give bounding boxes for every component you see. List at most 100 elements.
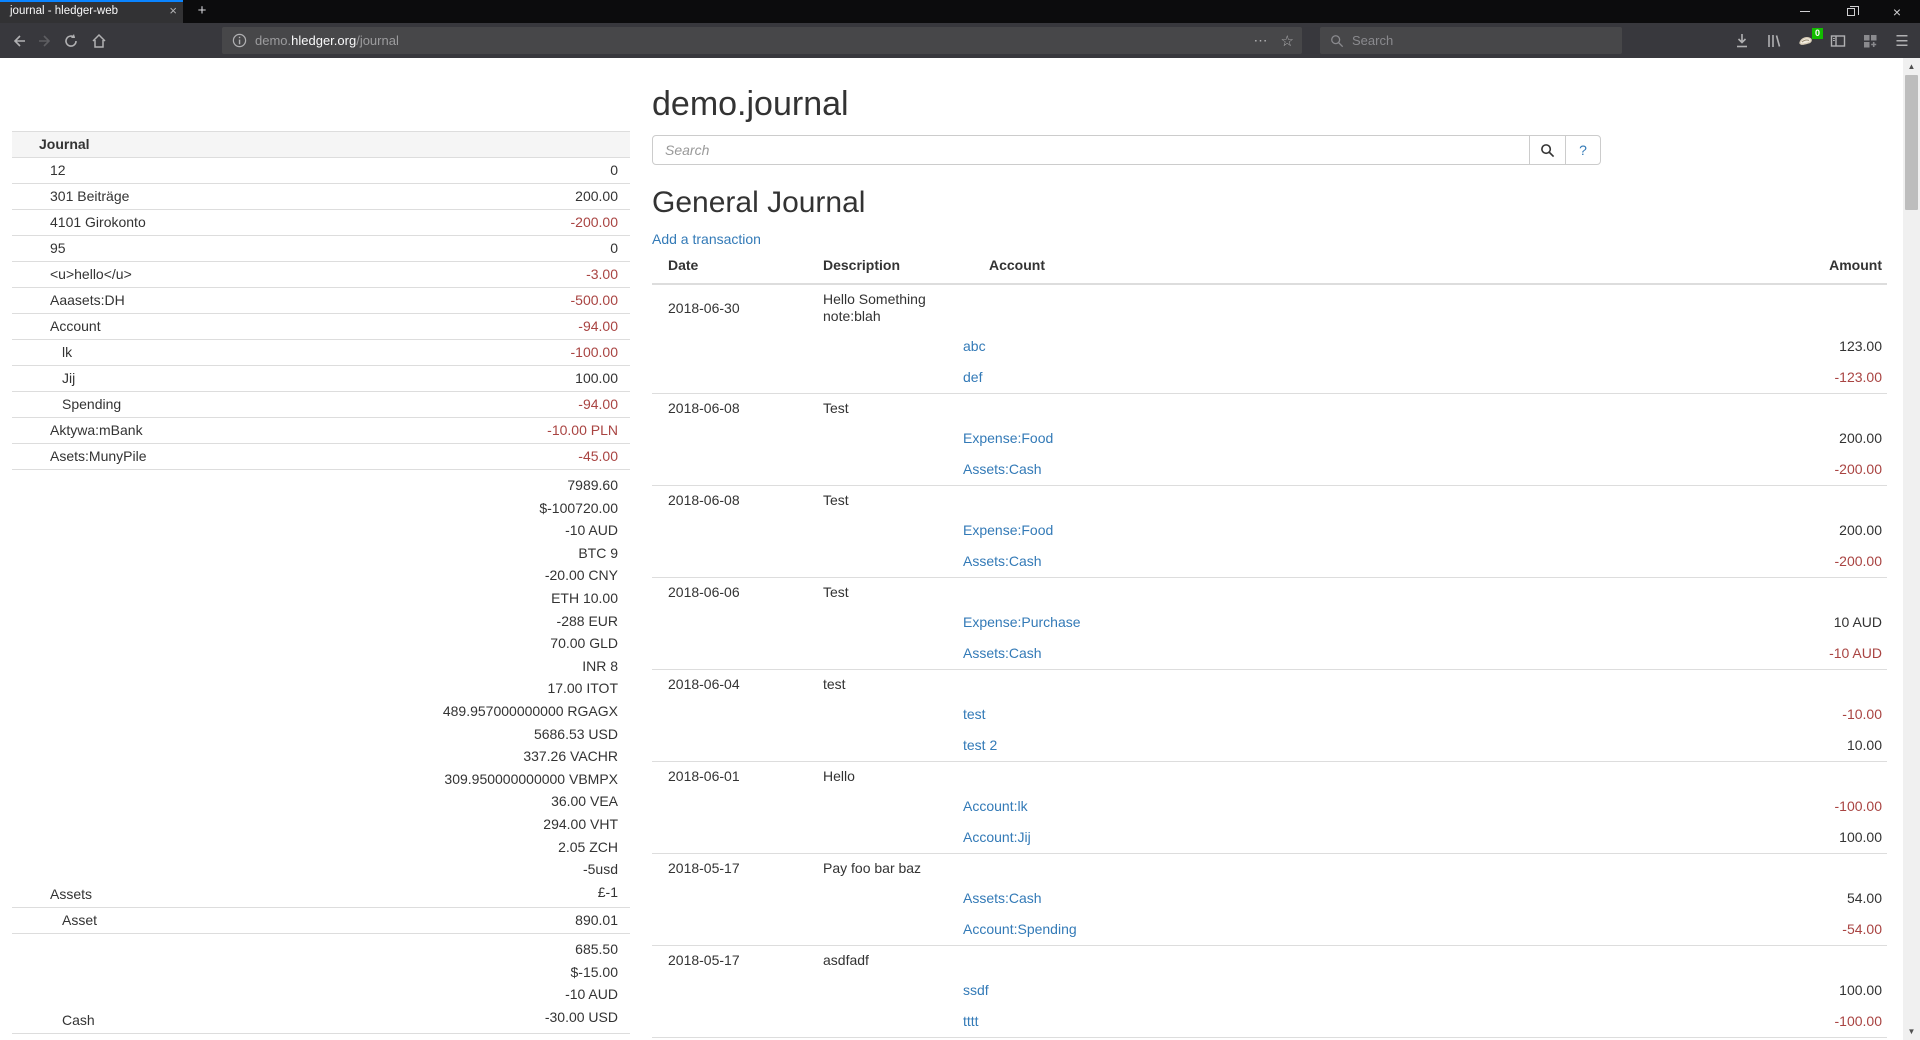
page-actions-icon[interactable]: ⋯ <box>1254 32 1269 49</box>
posting-row: test 210.00 <box>652 730 1887 762</box>
account-link[interactable]: lk <box>62 344 72 360</box>
posting-amount: -123.00 <box>1255 362 1887 394</box>
account-balance: -10 AUD <box>270 983 618 1006</box>
sidebars-button[interactable] <box>1828 31 1848 51</box>
posting-account-link[interactable]: tttt <box>963 1013 979 1029</box>
account-link[interactable]: Aaasets:DH <box>50 292 125 308</box>
account-link[interactable]: 12 <box>50 162 66 178</box>
posting-amount: -100.00 <box>1255 791 1887 822</box>
posting-account-link[interactable]: def <box>963 369 982 385</box>
scroll-down-arrow-icon[interactable]: ▼ <box>1903 1023 1920 1040</box>
journal-link[interactable]: Journal <box>39 136 90 152</box>
posting-account-link[interactable]: Assets:Cash <box>963 890 1042 906</box>
add-transaction-link[interactable]: Add a transaction <box>652 231 761 247</box>
posting-account-link[interactable]: Account:Jij <box>963 829 1031 845</box>
home-icon <box>91 33 107 49</box>
posting-row: Account:Spending-54.00 <box>652 914 1887 946</box>
scrollbar[interactable]: ▲ ▼ <box>1903 58 1920 1040</box>
account-balance: 7989.60 <box>270 474 618 497</box>
browser-search-bar[interactable] <box>1320 27 1622 54</box>
account-link[interactable]: Account <box>50 318 101 334</box>
extension-button[interactable]: 0 <box>1796 31 1816 51</box>
account-link[interactable]: Asset <box>62 912 97 928</box>
forward-button[interactable] <box>34 30 56 52</box>
scroll-up-arrow-icon[interactable]: ▲ <box>1903 58 1920 75</box>
tab-close-icon[interactable]: × <box>169 0 177 22</box>
browser-search-input[interactable] <box>1352 33 1592 48</box>
journal-search-button[interactable] <box>1529 135 1566 165</box>
window-close-button[interactable]: × <box>1874 0 1920 23</box>
posting-account-link[interactable]: Expense:Food <box>963 430 1053 446</box>
sidebar-account-row: 301 Beiträge200.00 <box>12 184 630 210</box>
bookmark-star-icon[interactable]: ☆ <box>1281 32 1294 50</box>
sidebar-account-row: -117.00 <box>12 1033 630 1040</box>
transaction-row: 2018-06-08Test <box>652 486 1887 516</box>
sidebar-header-row: Journal <box>12 132 630 158</box>
sidebar-account-row: Account -94.00 <box>12 314 630 340</box>
journal-search-input[interactable] <box>652 135 1530 165</box>
back-button[interactable] <box>8 30 30 52</box>
account-balance: INR 8 <box>270 655 618 678</box>
account-balance: $-15.00 <box>270 961 618 984</box>
sidebar-table-body: Journal 12 0 301 Beiträge200.00 4101 Giroko… <box>12 132 630 1040</box>
account-balance: £-1 <box>270 881 618 904</box>
account-balance: -94.00 <box>270 318 618 335</box>
account-link[interactable]: Jij <box>62 370 75 386</box>
account-link[interactable]: Asets:MunyPile <box>50 448 146 464</box>
sidebar-account-row: Jij100.00 <box>12 366 630 392</box>
account-link[interactable]: Spending <box>62 396 121 412</box>
posting-row: Assets:Cash-200.00 <box>652 454 1887 486</box>
account-link[interactable]: 4101 Girokonto <box>50 214 146 230</box>
posting-account-link[interactable]: abc <box>963 338 986 354</box>
search-help-button[interactable]: ? <box>1565 135 1601 165</box>
transaction-description: asdfadf <box>815 946 955 976</box>
account-link[interactable]: Aktywa:mBank <box>50 422 143 438</box>
account-link[interactable]: Assets <box>50 886 92 902</box>
library-icon <box>1766 33 1782 49</box>
menu-button[interactable]: ☰ <box>1892 31 1912 51</box>
account-balance: 0 <box>270 240 618 257</box>
account-balance: 294.00 VHT <box>270 813 618 836</box>
search-submit-icon <box>1540 143 1555 158</box>
posting-account-link[interactable]: ssdf <box>963 982 989 998</box>
reload-icon <box>63 33 79 49</box>
journal-search-form: ? <box>652 135 1601 165</box>
posting-account-link[interactable]: Account:lk <box>963 798 1028 814</box>
account-link[interactable]: 301 Beiträge <box>50 188 129 204</box>
account-link[interactable]: 95 <box>50 240 66 256</box>
account-balance: -10.00 PLN <box>270 422 618 439</box>
sidebar-account-row: Cash685.50$-15.00-10 AUD-30.00 USD <box>12 934 630 1033</box>
transaction-date: 2018-06-04 <box>652 670 815 700</box>
new-tab-button[interactable]: + <box>190 0 214 22</box>
url-bar[interactable]: demo.hledger.org/journal ⋯ ☆ <box>222 27 1302 54</box>
sidebar-account-row: lk-100.00 <box>12 340 630 366</box>
transaction-row: 2018-06-08Test <box>652 394 1887 424</box>
posting-account-link[interactable]: test 2 <box>963 737 997 753</box>
transaction-row: 2018-06-04test <box>652 670 1887 700</box>
library-button[interactable] <box>1764 31 1784 51</box>
posting-amount: 10 AUD <box>1255 607 1887 638</box>
posting-account-link[interactable]: Assets:Cash <box>963 645 1042 661</box>
posting-account-link[interactable]: test <box>963 706 986 722</box>
page-viewport: Journal 120301 Beiträge200.004101 Giroko… <box>0 58 1903 1040</box>
search-icon <box>1330 34 1344 48</box>
browser-tab[interactable]: journal - hledger-web × <box>0 0 183 23</box>
posting-row: abc123.00 <box>652 331 1887 362</box>
posting-account-link[interactable]: Expense:Purchase <box>963 614 1081 630</box>
window-restore-button[interactable] <box>1828 0 1874 23</box>
posting-account-link[interactable]: Account:Spending <box>963 921 1077 937</box>
posting-amount: 200.00 <box>1255 423 1887 454</box>
downloads-button[interactable] <box>1732 31 1752 51</box>
reload-button[interactable] <box>60 30 82 52</box>
window-minimize-button[interactable] <box>1782 0 1828 23</box>
account-link[interactable]: Cash <box>62 1012 95 1028</box>
account-link[interactable]: <u>hello</u> <box>50 266 132 282</box>
posting-account-link[interactable]: Assets:Cash <box>963 553 1042 569</box>
posting-account-link[interactable]: Assets:Cash <box>963 461 1042 477</box>
scrollbar-thumb[interactable] <box>1905 75 1918 210</box>
tiles-button[interactable] <box>1860 31 1880 51</box>
home-button[interactable] <box>88 30 110 52</box>
site-info-icon[interactable] <box>232 33 247 48</box>
posting-account-link[interactable]: Expense:Food <box>963 522 1053 538</box>
posting-row: def -123.00 <box>652 362 1887 394</box>
